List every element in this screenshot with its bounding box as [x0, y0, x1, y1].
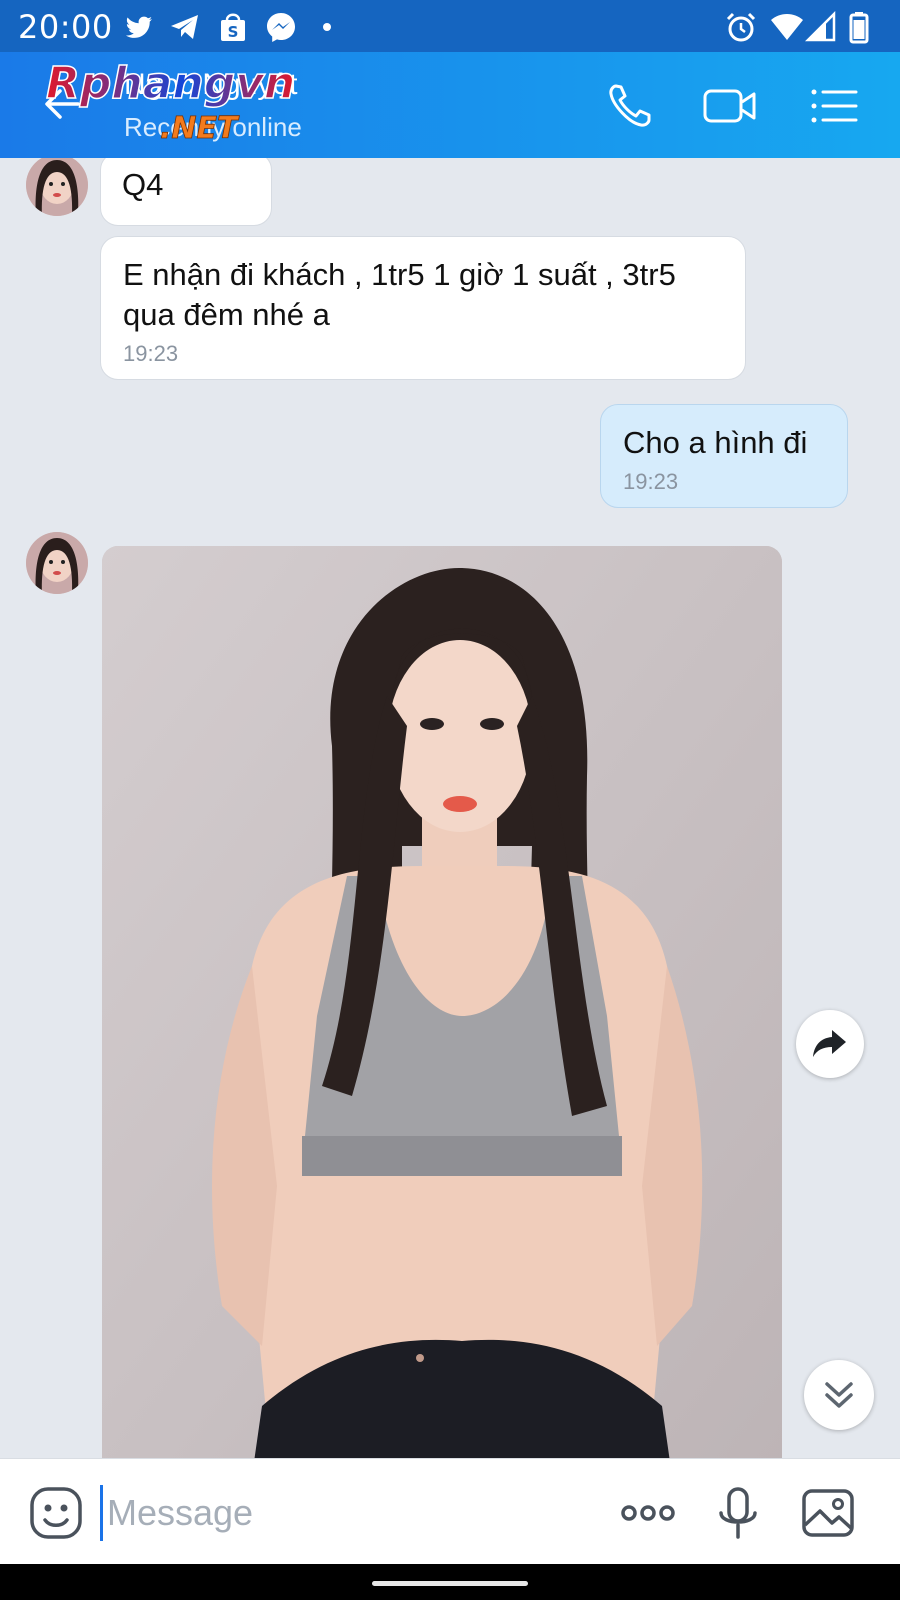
video-call-icon	[703, 89, 756, 123]
messenger-icon	[264, 10, 298, 44]
avatar[interactable]	[26, 532, 88, 594]
svg-text:S: S	[228, 23, 239, 41]
message-list[interactable]: Q4 E nhận đi khách , 1tr5 1 giờ 1 suất ,…	[0, 158, 900, 1458]
share-button[interactable]	[796, 1010, 864, 1078]
watermark-logo: Rphangvn .NET	[44, 58, 324, 144]
telegram-icon	[168, 10, 202, 44]
dot-icon	[310, 10, 344, 44]
message-input[interactable]	[100, 1485, 600, 1541]
gallery-button[interactable]	[798, 1483, 858, 1543]
emoji-icon	[30, 1487, 82, 1539]
microphone-icon	[719, 1487, 757, 1539]
message-text: E nhận đi khách , 1tr5 1 giờ 1 suất , 3t…	[123, 257, 676, 332]
wifi-icon	[770, 10, 804, 44]
home-gesture-handle[interactable]	[372, 1581, 528, 1586]
svg-text:Rphangvn: Rphangvn	[46, 58, 295, 109]
message-composer	[0, 1458, 900, 1564]
photo-message[interactable]	[102, 546, 782, 1458]
message-bubble[interactable]: Q4	[100, 158, 272, 226]
message-text: Q4	[122, 167, 164, 202]
chat-header: Ngọc Nguyệt Recently online Rphangvn .NE…	[0, 52, 900, 158]
emoji-button[interactable]	[26, 1483, 86, 1543]
message-time: 19:23	[623, 469, 679, 494]
status-time: 20:00	[18, 8, 113, 46]
forward-icon	[813, 1030, 846, 1057]
message-bubble-outgoing[interactable]: Cho a hình đi 19:23	[600, 404, 848, 508]
shopee-icon: S	[216, 10, 250, 44]
phone-icon	[609, 84, 651, 127]
more-options-button[interactable]	[618, 1483, 678, 1543]
battery-icon	[842, 10, 876, 44]
message-bubble[interactable]: E nhận đi khách , 1tr5 1 giờ 1 suất , 3t…	[100, 236, 746, 380]
signal-icon	[804, 10, 838, 44]
twitter-icon	[122, 10, 156, 44]
voice-call-button[interactable]	[602, 78, 658, 134]
avatar[interactable]	[26, 158, 88, 216]
double-chevron-down-icon	[825, 1382, 853, 1408]
menu-icon	[811, 89, 858, 123]
message-time: 19:23	[123, 341, 179, 366]
video-call-button[interactable]	[702, 78, 758, 134]
chat-menu-button[interactable]	[806, 78, 862, 134]
message-text: Cho a hình đi	[623, 425, 808, 460]
status-bar: 20:00 S	[0, 0, 900, 52]
alarm-icon	[724, 10, 758, 44]
scroll-to-bottom-button[interactable]	[804, 1360, 874, 1430]
voice-message-button[interactable]	[708, 1483, 768, 1543]
svg-text:.NET: .NET	[160, 111, 240, 144]
more-icon	[621, 1505, 675, 1521]
gallery-icon	[802, 1489, 854, 1537]
system-navigation-bar	[0, 1564, 900, 1600]
